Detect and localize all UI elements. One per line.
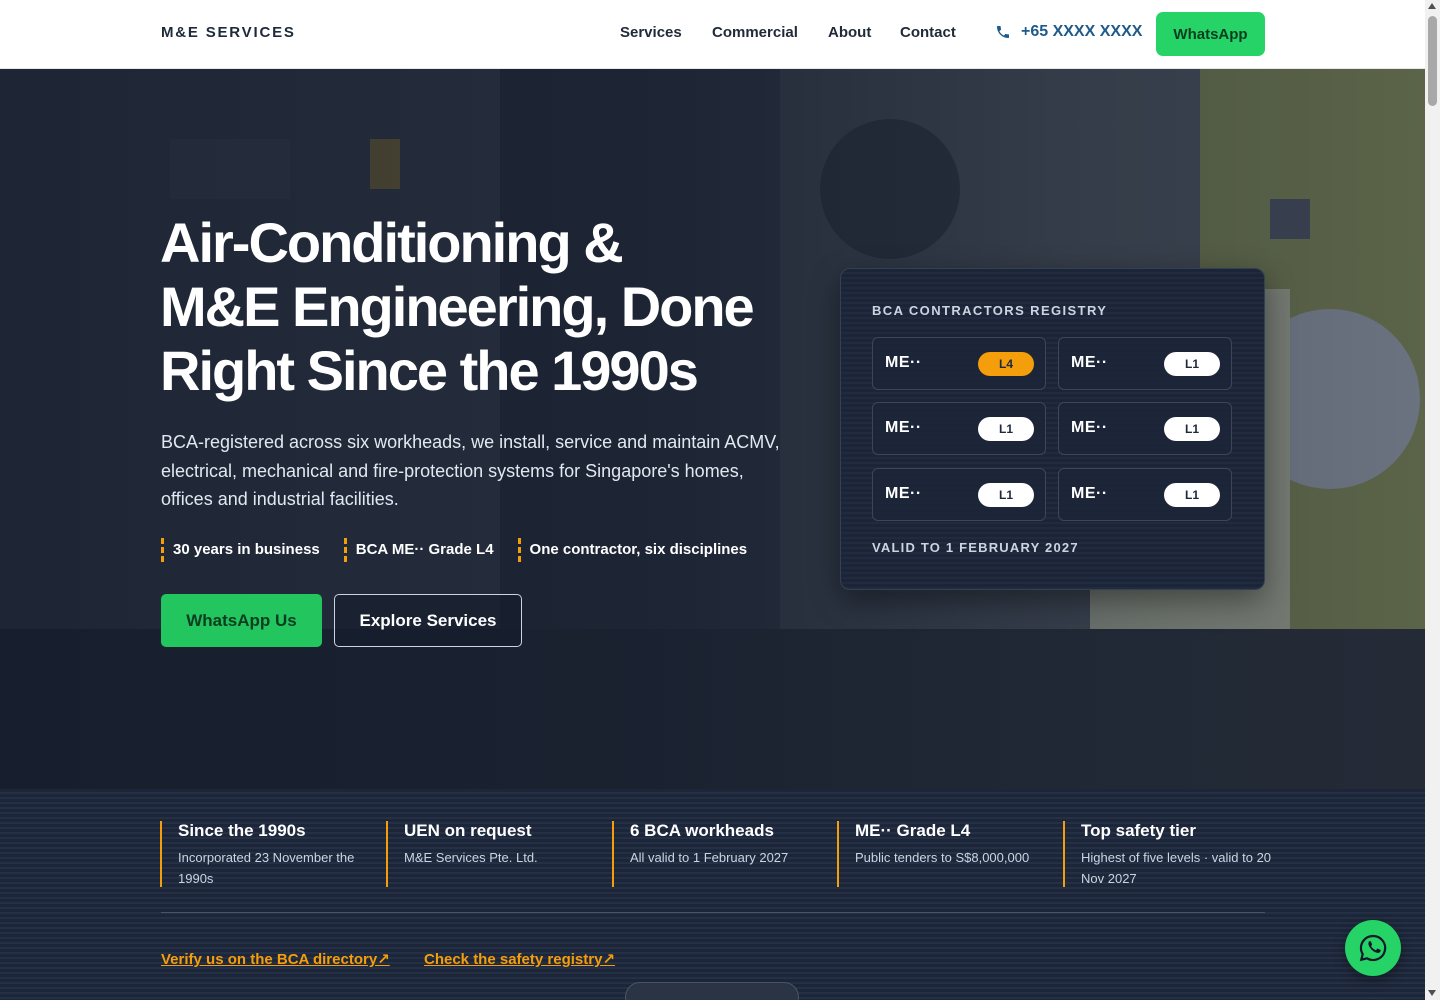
- whatsapp-nav-button[interactable]: WhatsApp: [1156, 12, 1265, 56]
- safety-registry-link[interactable]: Check the safety registry↗: [424, 950, 615, 968]
- registry-title: BCA CONTRACTORS REGISTRY: [872, 303, 1108, 318]
- grade-badge: L1: [1164, 352, 1220, 376]
- registry-card: BCA CONTRACTORS REGISTRY ME·· L4 ME·· L1…: [840, 268, 1265, 590]
- explore-services-button[interactable]: Explore Services: [334, 594, 522, 647]
- stat-title: Since the 1990s: [178, 821, 306, 840]
- stat-title: 6 BCA workheads: [630, 821, 774, 840]
- registry-cell: ME·· L1: [872, 402, 1046, 455]
- registry-cell: ME·· L1: [1058, 402, 1232, 455]
- workhead-code: ME··: [885, 354, 922, 371]
- headline-line-3: Right Since the 1990s: [160, 339, 699, 402]
- stat-subtitle: Public tenders to S$8,000,000: [855, 850, 1030, 865]
- workhead-code: ME··: [885, 419, 922, 436]
- fact-years: 30 years in business: [161, 538, 320, 562]
- workhead-code: ME··: [1071, 419, 1108, 436]
- stat-item: Top safety tier Highest of five levels ·…: [1063, 821, 1273, 887]
- headline-line-1: Air-Conditioning &: [160, 211, 624, 274]
- phone-icon: [997, 26, 1009, 38]
- hero-facts: 30 years in business BCA ME·· Grade L4 O…: [161, 538, 747, 562]
- stat-item: Since the 1990s Incorporated 23 November…: [160, 821, 370, 887]
- whatsapp-icon: [1359, 934, 1387, 962]
- partial-card: [625, 982, 799, 1000]
- registry-validity: VALID TO 1 FEBRUARY 2027: [872, 540, 1079, 555]
- workhead-code: ME··: [1071, 485, 1108, 502]
- grade-badge: L4: [978, 352, 1034, 376]
- stat-subtitle: Highest of five levels · valid to 20 Nov…: [1081, 850, 1272, 886]
- stat-item: ME·· Grade L4 Public tenders to S$8,000,…: [837, 821, 1047, 887]
- workhead-code: ME··: [885, 485, 922, 502]
- hero-section: Air-Conditioning & M&E Engineering, Done…: [0, 69, 1425, 789]
- bca-directory-link[interactable]: Verify us on the BCA directory↗: [161, 950, 390, 968]
- phone-number: +65 XXXX XXXX: [1021, 23, 1143, 40]
- scrollbar[interactable]: [1425, 0, 1440, 1000]
- section-divider: [161, 912, 1265, 913]
- nav-link-commercial[interactable]: Commercial: [712, 24, 798, 41]
- fact-disciplines: One contractor, six disciplines: [517, 538, 747, 562]
- stat-subtitle: All valid to 1 February 2027: [630, 850, 789, 865]
- stat-title: Top safety tier: [1081, 821, 1196, 840]
- grade-badge: L1: [978, 483, 1034, 507]
- stat-subtitle: M&E Services Pte. Ltd.: [404, 850, 538, 865]
- registry-cell: ME·· L1: [1058, 468, 1232, 521]
- headline-line-2: M&E Engineering, Done: [160, 275, 755, 338]
- registry-cell: ME·· L1: [872, 468, 1046, 521]
- stat-subtitle: Incorporated 23 November the 1990s: [178, 850, 355, 886]
- scroll-down-arrow-icon[interactable]: [1428, 990, 1436, 996]
- fact-grade: BCA ME·· Grade L4: [343, 538, 494, 562]
- nav-link-about[interactable]: About: [828, 24, 871, 41]
- phone-link[interactable]: +65 XXXX XXXX: [995, 23, 1142, 41]
- nav-link-contact[interactable]: Contact: [900, 24, 956, 41]
- stat-item: 6 BCA workheads All valid to 1 February …: [612, 821, 822, 887]
- stats-section: Since the 1990s Incorporated 23 November…: [0, 789, 1425, 1000]
- grade-badge: L1: [1164, 417, 1220, 441]
- hero-headline: Air-Conditioning & M&E Engineering, Done…: [160, 211, 800, 403]
- whatsapp-us-button[interactable]: WhatsApp Us: [161, 594, 322, 647]
- stat-title: UEN on request: [404, 821, 532, 840]
- brand-logo[interactable]: M&E SERVICES: [161, 24, 296, 41]
- whatsapp-floating-button[interactable]: [1345, 920, 1401, 976]
- nav-link-services[interactable]: Services: [620, 24, 682, 41]
- hero-description: BCA-registered across six workheads, we …: [161, 432, 780, 509]
- stat-title: ME·· Grade L4: [855, 821, 971, 840]
- grade-badge: L1: [1164, 483, 1220, 507]
- top-navigation: M&E SERVICES Services Commercial About C…: [0, 0, 1425, 69]
- grade-badge: L1: [978, 417, 1034, 441]
- scroll-up-arrow-icon[interactable]: [1428, 3, 1436, 9]
- scrollbar-thumb[interactable]: [1428, 16, 1437, 106]
- registry-cell: ME·· L1: [1058, 337, 1232, 390]
- stat-item: UEN on request M&E Services Pte. Ltd.: [386, 821, 596, 887]
- workhead-code: ME··: [1071, 354, 1108, 371]
- registry-cell: ME·· L4: [872, 337, 1046, 390]
